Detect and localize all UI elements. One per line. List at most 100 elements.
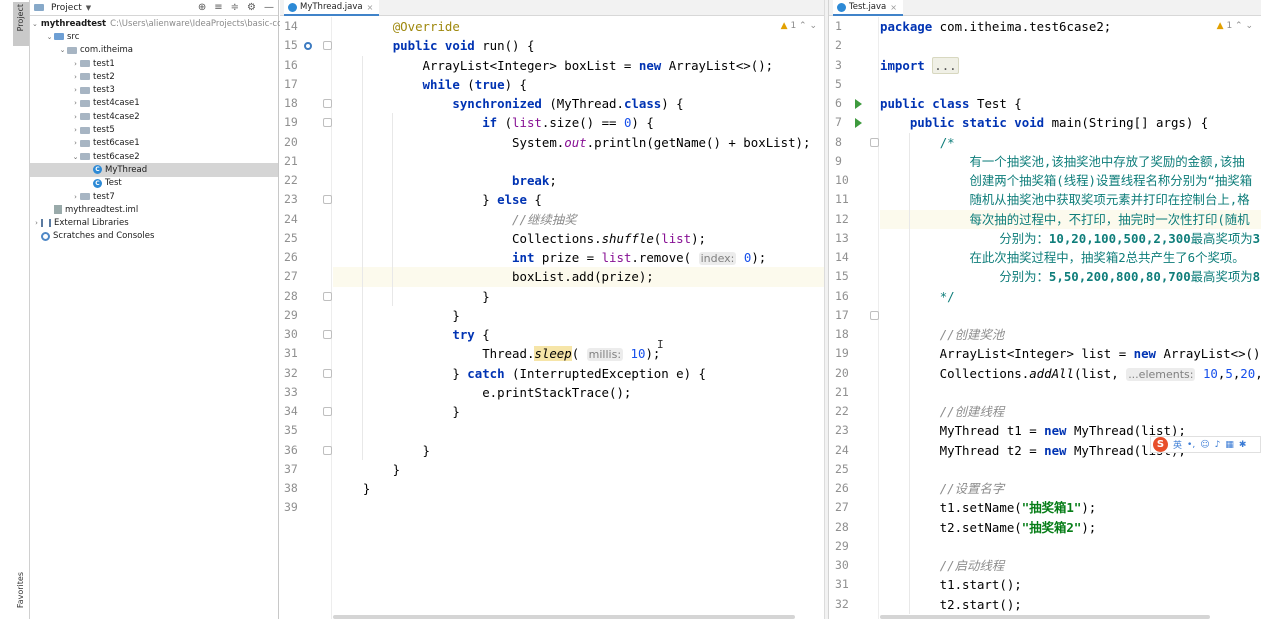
line-number[interactable]: 18 (284, 96, 298, 110)
fold-toggle-icon[interactable] (323, 99, 332, 108)
line-number[interactable]: 30 (284, 327, 298, 341)
code-line[interactable]: t1.setName("抽奖箱1"); (880, 498, 1097, 517)
emoji-icon[interactable]: ☺ (1200, 440, 1209, 450)
tree-item-mythread[interactable]: C MyThread (30, 163, 278, 177)
line-number[interactable]: 11 (835, 192, 849, 206)
tree-item-test1[interactable]: › test1 (30, 57, 278, 70)
project-tool-label[interactable]: Project (16, 4, 25, 31)
code-line[interactable]: e.printStackTrace(); (333, 383, 631, 402)
fold-toggle-icon[interactable] (323, 330, 332, 339)
close-icon[interactable]: × (367, 3, 374, 12)
tree-item-test2[interactable]: › test2 (30, 70, 278, 83)
line-number[interactable]: 22 (284, 173, 298, 187)
fold-toggle-icon[interactable] (870, 137, 879, 147)
code-line[interactable]: package com.itheima.test6case2; (880, 17, 1111, 36)
chevron-down-icon[interactable]: ⌄ (32, 20, 38, 28)
code-line[interactable]: //创建线程 (880, 402, 1004, 421)
code-line[interactable]: //设置名字 (880, 479, 1004, 498)
line-number[interactable]: 25 (284, 231, 298, 245)
inspection-warning-indicator[interactable]: ▲ 1 ⌃ ⌄ (781, 21, 817, 31)
code-line[interactable]: MyThread t2 = new MyThread(list); (880, 441, 1186, 460)
line-number[interactable]: 24 (835, 443, 849, 457)
line-number[interactable]: 2 (835, 38, 842, 52)
tree-item-test[interactable]: C Test (30, 177, 278, 190)
line-number[interactable]: 27 (284, 269, 298, 283)
code-line[interactable]: t1.start(); (880, 575, 1022, 594)
line-number[interactable]: 1 (835, 19, 842, 33)
line-number[interactable]: 38 (284, 481, 298, 495)
code-line[interactable]: } (333, 460, 400, 479)
code-line[interactable]: } (333, 306, 459, 325)
line-number[interactable]: 19 (835, 346, 849, 360)
tree-item-test6case1[interactable]: › test6case1 (30, 137, 278, 150)
line-number[interactable]: 26 (835, 481, 849, 495)
code-line[interactable]: } else { (333, 190, 542, 209)
chevron-right-icon[interactable]: › (71, 60, 80, 68)
tree-item-test5[interactable]: › test5 (30, 123, 278, 136)
line-number[interactable]: 31 (835, 577, 849, 591)
fold-toggle-icon[interactable] (323, 368, 332, 378)
code-line[interactable]: boxList.add(prize); (333, 267, 654, 286)
code-line[interactable]: public static void main(String[] args) { (880, 113, 1208, 132)
code-line[interactable]: if (list.size() == 0) { (333, 113, 654, 132)
line-number[interactable]: 20 (835, 366, 849, 380)
line-number[interactable]: 7 (835, 115, 842, 129)
line-number[interactable]: 26 (284, 250, 298, 264)
line-number[interactable]: 3 (835, 58, 842, 72)
tree-item-com-itheima[interactable]: ⌄ com.itheima (30, 44, 278, 57)
code-line[interactable]: Collections.addAll(list, ...elements: 10… (880, 364, 1261, 383)
line-number[interactable]: 34 (284, 404, 298, 418)
code-line[interactable]: MyThread t1 = new MyThread(list); (880, 421, 1186, 440)
chevron-down-icon[interactable]: ⌄ (71, 153, 80, 161)
code-line[interactable]: int prize = list.remove( index: 0); (333, 248, 766, 267)
chevron-right-icon[interactable]: › (71, 126, 80, 134)
line-number[interactable]: 21 (835, 385, 849, 399)
chevron-right-icon[interactable]: › (32, 219, 41, 227)
chevron-right-icon[interactable]: › (71, 86, 80, 94)
line-number[interactable]: 24 (284, 212, 298, 226)
code-line[interactable]: 分别为：5,50,200,800,80,700最高奖项为8 (880, 267, 1260, 286)
code-line[interactable]: Collections.shuffle(list); (333, 229, 706, 248)
fold-toggle-icon[interactable] (323, 291, 332, 301)
skin-icon[interactable]: ✱ (1239, 440, 1247, 450)
tree-item-test3[interactable]: › test3 (30, 83, 278, 96)
line-number[interactable]: 8 (835, 135, 842, 149)
code-line[interactable]: import ... (880, 56, 959, 75)
chevron-right-icon[interactable]: › (71, 73, 80, 81)
chevron-down-icon[interactable]: ⌄ (45, 33, 54, 41)
line-number[interactable]: 14 (835, 250, 849, 264)
line-number[interactable]: 16 (284, 58, 298, 72)
code-line[interactable]: 每次抽的过程中，不打印，抽完时一次性打印(随机 (880, 210, 1250, 229)
code-line[interactable]: } (333, 479, 370, 498)
line-number[interactable]: 17 (835, 308, 849, 322)
fold-toggle-icon[interactable] (323, 41, 332, 51)
line-number[interactable]: 39 (284, 500, 298, 514)
line-number[interactable]: 12 (835, 212, 849, 226)
horizontal-scrollbar[interactable] (880, 615, 1210, 619)
line-number[interactable]: 5 (835, 77, 842, 91)
code-line[interactable]: Thread.sleep( millis: 10); (333, 344, 660, 363)
code-line[interactable]: t2.setName("抽奖箱2"); (880, 518, 1097, 537)
line-number[interactable]: 21 (284, 154, 298, 168)
code-line[interactable]: //继续抽奖 (333, 210, 576, 229)
line-number[interactable]: 19 (284, 115, 298, 129)
tree-item-test7[interactable]: › test7 (30, 190, 278, 203)
line-number[interactable]: 28 (284, 289, 298, 303)
line-number[interactable]: 25 (835, 462, 849, 476)
line-number[interactable]: 9 (835, 154, 842, 168)
override-method-icon[interactable] (304, 42, 312, 50)
tree-item-scratches-and-consoles[interactable]: Scratches and Consoles (30, 230, 278, 243)
line-number[interactable]: 36 (284, 443, 298, 457)
line-number[interactable]: 23 (835, 423, 849, 437)
code-line[interactable]: 随机从抽奖池中获取奖项元素并打印在控制台上,格 (880, 190, 1250, 209)
run-gutter-icon[interactable] (855, 118, 862, 129)
line-number[interactable]: 29 (284, 308, 298, 322)
line-number[interactable]: 20 (284, 135, 298, 149)
ime-lang-toggle[interactable]: 英 (1173, 438, 1182, 451)
line-number[interactable]: 13 (835, 231, 849, 245)
code-line[interactable]: //启动线程 (880, 556, 1004, 575)
tree-item-external-libraries[interactable]: › External Libraries (30, 216, 278, 229)
code-line[interactable]: 有一个抽奖池,该抽奖池中存放了奖励的金额,该抽 (880, 152, 1245, 171)
navigate-warnings-icon[interactable]: ⌃ ⌄ (796, 21, 817, 31)
microphone-icon[interactable]: ♪ (1215, 440, 1221, 450)
